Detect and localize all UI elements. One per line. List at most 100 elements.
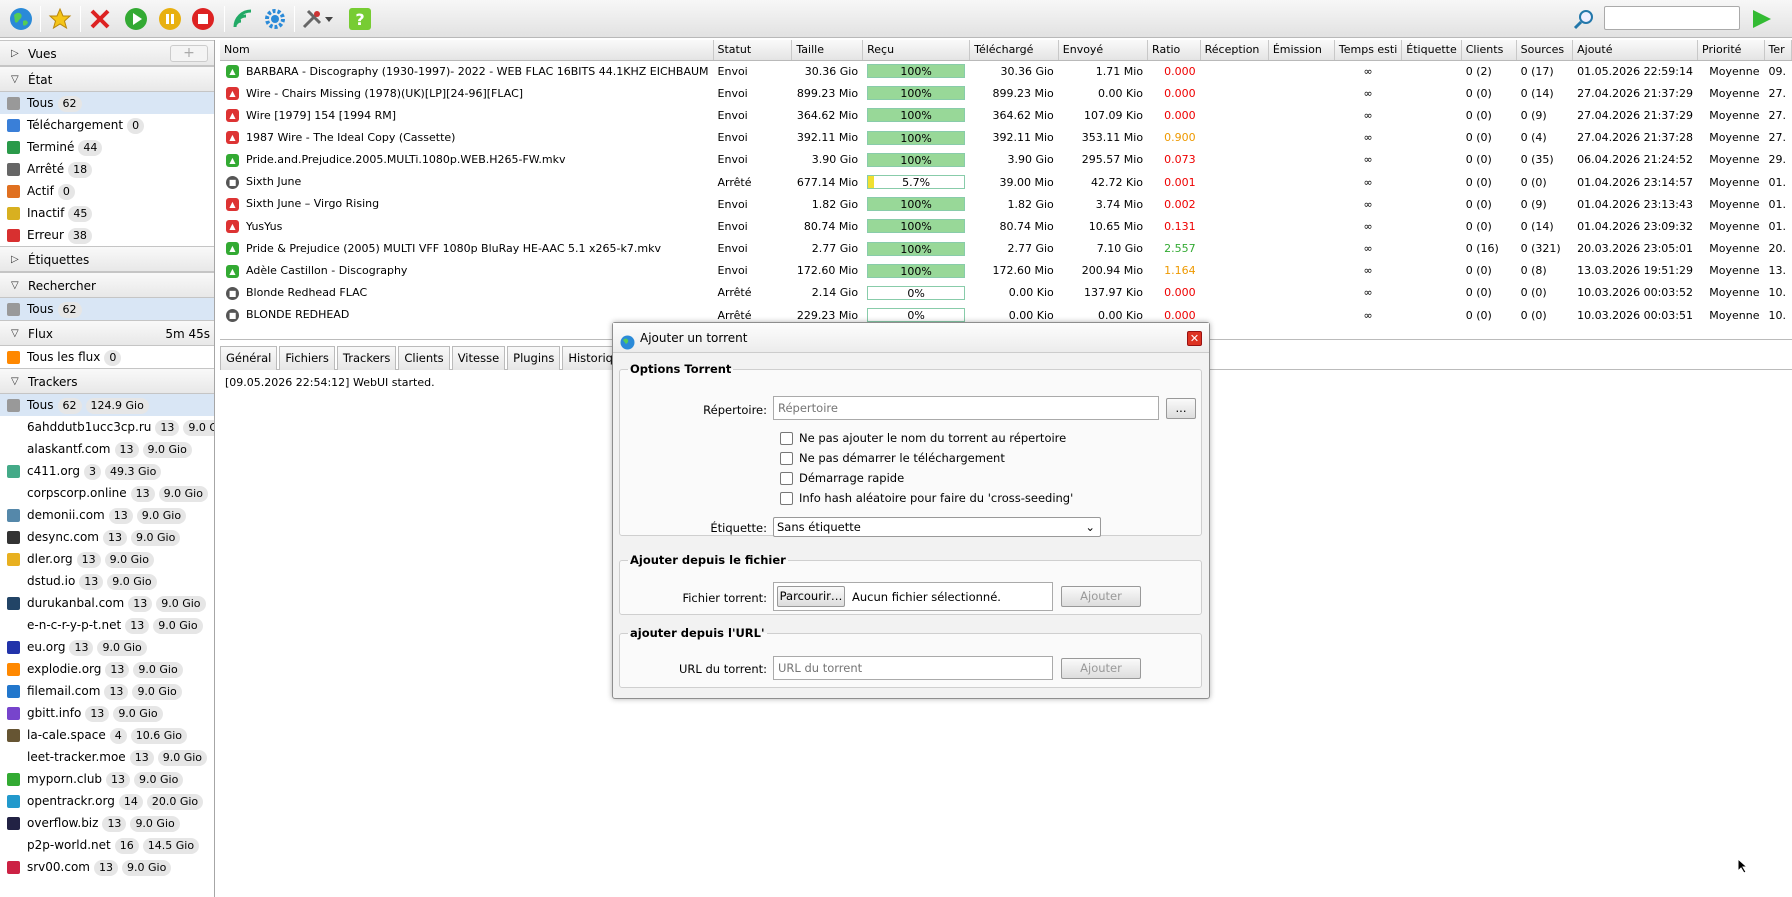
checkbox-no-start[interactable]: Ne pas démarrer le téléchargement <box>780 451 1005 465</box>
tracker-item[interactable]: opentrackr.org 14 20.0 Gio <box>0 790 214 812</box>
table-row[interactable]: ▲ BARBARA - Discography (1930-1997)- 2022… <box>220 60 1792 82</box>
sidebar-item[interactable]: Actif 0 <box>0 180 214 202</box>
tracker-item[interactable]: gbitt.info 13 9.0 Gio <box>0 702 214 724</box>
tab-1[interactable]: Fichiers <box>279 346 335 370</box>
table-row[interactable]: ■ Blonde Redhead FLAC Arrêté 2.14 Gio 0% 0.00… <box>220 282 1792 304</box>
table-row[interactable]: ▲ Sixth June – Virgo Rising Envoi 1.82 Gio 1… <box>220 193 1792 215</box>
tracker-item[interactable]: e-n-c-r-y-p-t.net 13 9.0 Gio <box>0 614 214 636</box>
checkbox-no-torrent-name[interactable]: Ne pas ajouter le nom du torrent au répe… <box>780 431 1066 445</box>
column-header[interactable]: Ajouté <box>1572 40 1699 61</box>
tab-5[interactable]: Plugins <box>507 346 561 370</box>
close-icon[interactable]: ✕ <box>1187 331 1202 346</box>
tab-2[interactable]: Trackers <box>336 346 397 370</box>
search-go-icon[interactable] <box>1747 5 1775 33</box>
tracker-item[interactable]: dstud.io 13 9.0 Gio <box>0 570 214 592</box>
sidebar-cat-vues[interactable]: ▷ Vues + <box>0 40 214 66</box>
tracker-item[interactable]: explodie.org 13 9.0 Gio <box>0 658 214 680</box>
sidebar-item[interactable]: Tous 62 <box>0 298 214 320</box>
column-header[interactable]: Reçu <box>862 40 971 61</box>
browse-directory-button[interactable]: ... <box>1166 398 1196 419</box>
table-row[interactable]: ▲ Adèle Castillon - Discography Envoi 172.6… <box>220 260 1792 282</box>
directory-input[interactable] <box>773 396 1159 420</box>
label-select[interactable]: Sans étiquette ⌄ <box>773 517 1101 537</box>
sidebar-item[interactable]: Téléchargement 0 <box>0 114 214 136</box>
checkbox-random-hash[interactable]: Info hash aléatoire pour faire du 'cross… <box>780 491 1073 505</box>
sidebar-item[interactable]: Tous les flux 0 <box>0 346 214 368</box>
tracker-item[interactable]: eu.org 13 9.0 Gio <box>0 636 214 658</box>
tracker-item[interactable]: demonii.com 13 9.0 Gio <box>0 504 214 526</box>
delete-icon[interactable] <box>86 5 114 33</box>
column-header[interactable]: Clients <box>1461 40 1517 61</box>
column-header[interactable]: Statut <box>713 40 793 61</box>
url-input[interactable] <box>773 656 1053 680</box>
tab-4[interactable]: Vitesse <box>451 346 506 370</box>
sidebar-cat-trackers[interactable]: ▽ Trackers <box>0 368 214 394</box>
tracker-item[interactable]: p2p-world.net 16 14.5 Gio <box>0 834 214 856</box>
table-row[interactable]: ▲ Pride & Prejudice (2005) MULTI VFF 1080… <box>220 238 1792 260</box>
start-icon[interactable] <box>122 5 150 33</box>
tracker-item[interactable]: leet-tracker.moe 13 9.0 Gio <box>0 746 214 768</box>
tracker-item[interactable]: overflow.biz 13 9.0 Gio <box>0 812 214 834</box>
settings-gear-icon[interactable] <box>261 5 289 33</box>
tracker-item[interactable]: Tous 62 124.9 Gio <box>0 394 214 416</box>
tab-0[interactable]: Général <box>220 346 278 370</box>
tracker-item[interactable]: durukanbal.com 13 9.0 Gio <box>0 592 214 614</box>
tracker-item[interactable]: alaskantf.com 13 9.0 Gio <box>0 438 214 460</box>
tracker-item[interactable]: c411.org 3 49.3 Gio <box>0 460 214 482</box>
sidebar-cat-etat[interactable]: ▽ État <box>0 66 214 92</box>
sidebar-item[interactable]: Inactif 45 <box>0 202 214 224</box>
column-header[interactable]: Envoyé <box>1058 40 1149 61</box>
column-header[interactable]: Ratio <box>1147 40 1201 61</box>
tracker-item[interactable]: corpscorp.online 13 9.0 Gio <box>0 482 214 504</box>
size-badge: 9.0 Gio <box>156 596 206 612</box>
column-header[interactable]: Temps esti <box>1334 40 1403 61</box>
tab-3[interactable]: Clients <box>398 346 450 370</box>
column-header[interactable]: Émission <box>1268 40 1335 61</box>
add-file-button[interactable]: Ajouter <box>1061 586 1141 607</box>
checkbox-fast-start[interactable]: Démarrage rapide <box>780 471 904 485</box>
tracker-item[interactable]: desync.com 13 9.0 Gio <box>0 526 214 548</box>
count-badge: 62 <box>57 96 82 112</box>
column-header[interactable]: Téléchargé <box>969 40 1059 61</box>
globe-icon[interactable] <box>7 5 35 33</box>
tracker-item[interactable]: dler.org 13 9.0 Gio <box>0 548 214 570</box>
table-row[interactable]: ▲ Wire [1979] 154 [1994 RM] Envoi 364.62 Mi… <box>220 104 1792 126</box>
column-header[interactable]: Réception <box>1200 40 1269 61</box>
search-input[interactable] <box>1604 6 1740 30</box>
sidebar-cat-rechercher[interactable]: ▽ Rechercher <box>0 272 214 298</box>
column-header[interactable]: Taille <box>791 40 864 61</box>
rss-icon[interactable] <box>229 5 257 33</box>
star-icon[interactable] <box>46 5 74 33</box>
table-row[interactable]: ▲ YusYus Envoi 80.74 Mio 100% 80.74 Mio 10.65 … <box>220 215 1792 237</box>
sidebar-item[interactable]: Arrêté 18 <box>0 158 214 180</box>
sidebar-item[interactable]: Terminé 44 <box>0 136 214 158</box>
tracker-item[interactable]: la-cale.space 4 10.6 Gio <box>0 724 214 746</box>
sidebar-item[interactable]: Tous 62 <box>0 92 214 114</box>
help-icon[interactable]: ? <box>346 5 374 33</box>
stop-icon[interactable] <box>189 5 217 33</box>
add-view-button[interactable]: + <box>170 45 208 62</box>
table-row[interactable]: ■ Sixth June Arrêté 677.14 Mio 5.7% 39.00 Mio… <box>220 171 1792 193</box>
column-header[interactable]: Étiquette <box>1401 40 1462 61</box>
column-header[interactable]: Priorité <box>1697 40 1765 61</box>
file-browse-button[interactable]: Parcourir… <box>777 586 845 607</box>
tracker-item[interactable]: srv00.com 13 9.0 Gio <box>0 856 214 878</box>
chevron-down-icon[interactable] <box>322 5 336 33</box>
table-row[interactable]: ▲ Wire - Chairs Missing (1978)(UK)[LP][24… <box>220 82 1792 104</box>
sidebar-cat-flux[interactable]: ▽ Flux 5m 45s <box>0 320 214 346</box>
sidebar-cat-etiquettes[interactable]: ▷ Étiquettes <box>0 246 214 272</box>
pause-icon[interactable] <box>156 5 184 33</box>
tracker-item[interactable]: myporn.club 13 9.0 Gio <box>0 768 214 790</box>
add-url-button[interactable]: Ajouter <box>1061 658 1141 679</box>
column-header[interactable]: Nom <box>220 40 714 61</box>
tracker-item[interactable]: filemail.com 13 9.0 Gio <box>0 680 214 702</box>
column-header[interactable]: Sources <box>1516 40 1574 61</box>
table-row[interactable]: ▲ Pride.and.Prejudice.2005.MULTi.1080p.WE… <box>220 149 1792 171</box>
table-row[interactable]: ▲ 1987 Wire - The Ideal Copy (Cassette) En… <box>220 127 1792 149</box>
sidebar-item[interactable]: Erreur 38 <box>0 224 214 246</box>
file-input[interactable]: Parcourir… Aucun fichier sélectionné. <box>773 582 1053 611</box>
tracker-item[interactable]: 6ahddutb1ucc3cp.ru139.0 Gio <box>0 416 214 438</box>
url-label: URL du torrent: <box>678 662 767 676</box>
column-header[interactable]: Ter <box>1764 40 1792 61</box>
cell-size: 30.36 Gio <box>804 64 859 78</box>
